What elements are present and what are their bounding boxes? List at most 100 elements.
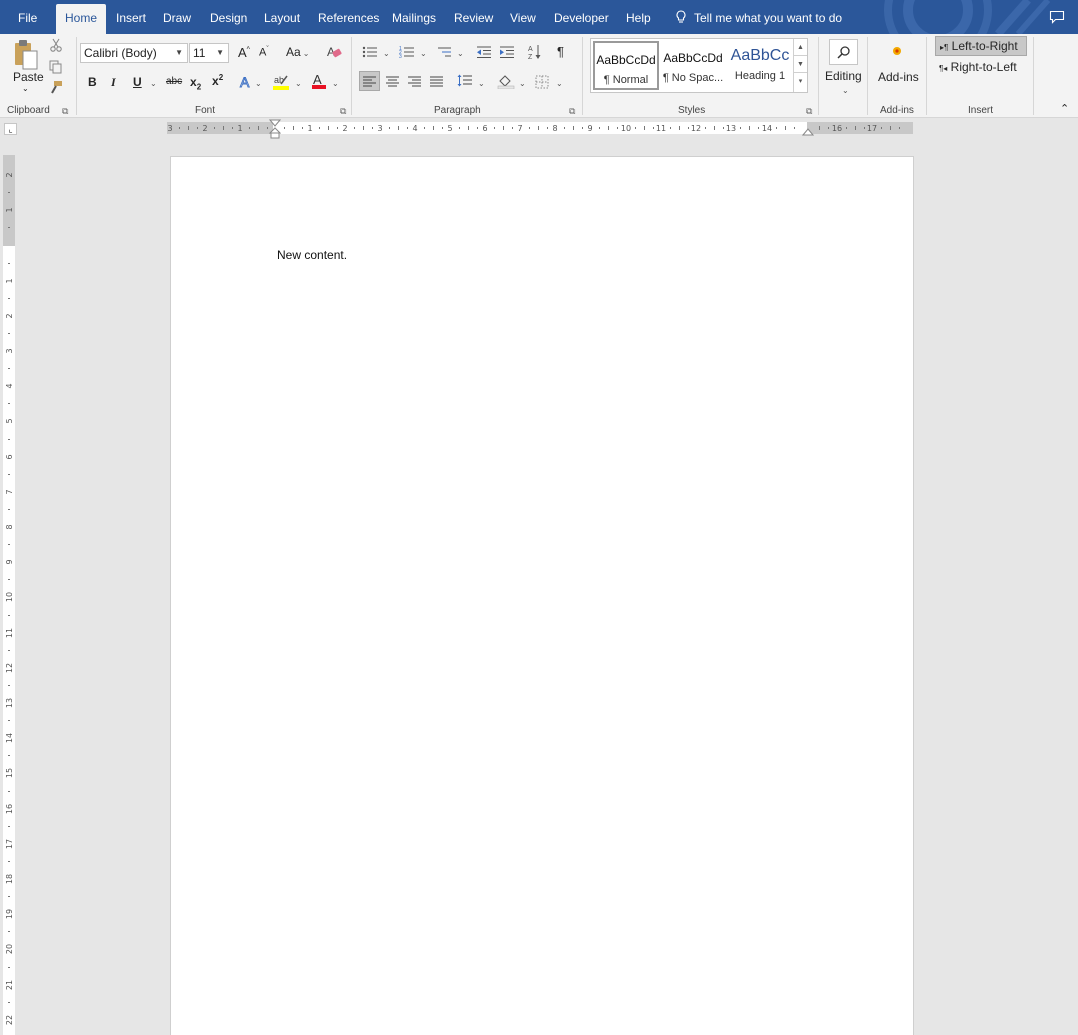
- svg-text:14: 14: [762, 124, 772, 133]
- text-effects-icon[interactable]: A: [239, 74, 253, 90]
- collapse-ribbon-icon[interactable]: ⌃: [1060, 102, 1069, 115]
- svg-text:4: 4: [5, 383, 14, 388]
- numbering-icon[interactable]: 123: [399, 46, 415, 58]
- tell-me-search[interactable]: Tell me what you want to do: [676, 10, 842, 25]
- decrease-indent-icon[interactable]: [476, 46, 492, 58]
- svg-text:11: 11: [5, 628, 14, 638]
- font-launcher-icon[interactable]: ⧉: [340, 106, 346, 117]
- rtl-icon: ¶◂: [939, 64, 948, 73]
- tab-home[interactable]: Home: [56, 4, 107, 34]
- superscript-button[interactable]: x2: [212, 73, 223, 88]
- font-size-dropdown-icon[interactable]: ▼: [216, 44, 224, 62]
- separator: [76, 37, 77, 115]
- numbering-dropdown-icon[interactable]: ⌄: [418, 45, 427, 59]
- editing-dropdown-icon[interactable]: ⌄: [840, 82, 849, 96]
- document-paragraph[interactable]: New content.: [277, 248, 347, 262]
- tab-view[interactable]: View: [510, 7, 536, 34]
- add-ins-icon[interactable]: [891, 45, 903, 57]
- paste-label[interactable]: Paste: [13, 70, 44, 84]
- document-page[interactable]: New content.: [170, 156, 914, 1035]
- italic-button[interactable]: I: [111, 75, 116, 90]
- multilevel-dropdown-icon[interactable]: ⌄: [455, 45, 464, 59]
- multilevel-list-icon[interactable]: [436, 46, 452, 58]
- style-no-spacing[interactable]: AaBbCcDd ¶ No Spac...: [660, 41, 726, 90]
- subscript-button[interactable]: x2: [190, 75, 201, 91]
- bold-button[interactable]: B: [88, 75, 97, 89]
- editing-label[interactable]: Editing: [825, 69, 862, 83]
- left-to-right-button[interactable]: ▸¶ Left-to-Right: [935, 36, 1027, 56]
- shrink-font-button[interactable]: Aˇ: [259, 46, 269, 59]
- justify-icon[interactable]: [430, 76, 443, 87]
- grow-font-button[interactable]: A^: [238, 45, 250, 60]
- paragraph-launcher-icon[interactable]: ⧉: [569, 106, 575, 117]
- borders-dropdown-icon[interactable]: ⌄: [554, 75, 563, 89]
- cut-icon[interactable]: [49, 38, 63, 52]
- align-center-icon[interactable]: [386, 76, 399, 87]
- text-highlight-icon[interactable]: ab: [272, 73, 290, 91]
- strikethrough-button[interactable]: abc: [166, 76, 182, 87]
- svg-text:7: 7: [517, 124, 522, 133]
- font-size-combo[interactable]: 11 ▼: [189, 43, 229, 63]
- styles-more-icon[interactable]: ▾: [794, 73, 807, 90]
- clear-formatting-icon[interactable]: A: [326, 44, 342, 60]
- align-right-icon[interactable]: [408, 76, 421, 87]
- font-name-dropdown-icon[interactable]: ▼: [175, 44, 183, 62]
- svg-text:21: 21: [5, 980, 14, 990]
- style-normal[interactable]: AaBbCcDd ¶ Normal: [593, 41, 659, 90]
- underline-button[interactable]: U: [133, 75, 142, 89]
- tab-references[interactable]: References: [318, 7, 379, 34]
- underline-dropdown-icon[interactable]: ⌄: [148, 75, 157, 89]
- bullets-dropdown-icon[interactable]: ⌄: [381, 45, 390, 59]
- format-painter-icon[interactable]: [49, 80, 63, 94]
- highlight-dropdown-icon[interactable]: ⌄: [293, 75, 302, 89]
- show-formatting-button[interactable]: ¶: [557, 44, 564, 59]
- font-color-dropdown-icon[interactable]: ⌄: [330, 75, 339, 89]
- right-indent-marker-icon[interactable]: [802, 126, 814, 136]
- right-to-left-button[interactable]: ¶◂ Right-to-Left: [939, 60, 1017, 74]
- svg-text:A: A: [528, 46, 533, 53]
- ltr-label: Left-to-Right: [951, 39, 1018, 53]
- tab-help[interactable]: Help: [626, 7, 651, 34]
- tab-layout[interactable]: Layout: [264, 7, 300, 34]
- copy-icon[interactable]: [49, 60, 63, 74]
- tab-draw[interactable]: Draw: [163, 7, 191, 34]
- text-effects-dropdown-icon[interactable]: ⌄: [253, 75, 262, 89]
- shading-icon[interactable]: [497, 73, 515, 89]
- comments-icon[interactable]: [1049, 10, 1065, 24]
- tab-design[interactable]: Design: [210, 7, 247, 34]
- font-name-value: Calibri (Body): [84, 46, 157, 60]
- shading-dropdown-icon[interactable]: ⌄: [517, 75, 526, 89]
- styles-scroll-up-icon[interactable]: ▲: [794, 39, 807, 56]
- paste-icon[interactable]: [12, 38, 42, 72]
- line-spacing-icon[interactable]: [457, 74, 473, 88]
- change-case-button[interactable]: Aa ⌄: [286, 45, 309, 59]
- tab-review[interactable]: Review: [454, 7, 493, 34]
- indent-markers-icon[interactable]: [269, 119, 281, 139]
- increase-indent-icon[interactable]: [499, 46, 515, 58]
- styles-scroll-down-icon[interactable]: ▼: [794, 56, 807, 73]
- bullets-icon[interactable]: [362, 46, 378, 58]
- tab-mailings[interactable]: Mailings: [392, 7, 436, 34]
- vertical-ruler[interactable]: 2 1 1 2 3 4 5 6 7 8 9 10 11 12 13 14 15 …: [3, 155, 15, 1035]
- paste-dropdown-icon[interactable]: ⌄: [22, 84, 29, 93]
- font-color-icon[interactable]: A: [311, 72, 327, 90]
- style-heading-1[interactable]: AaBbCc Heading 1: [727, 41, 793, 90]
- svg-text:12: 12: [691, 124, 701, 133]
- sort-icon[interactable]: AZ: [528, 44, 542, 60]
- svg-text:1: 1: [307, 124, 312, 133]
- tab-selector[interactable]: ⌞: [4, 123, 17, 135]
- clipboard-launcher-icon[interactable]: ⧉: [62, 106, 68, 117]
- tab-insert[interactable]: Insert: [116, 7, 146, 34]
- align-left-button[interactable]: [359, 71, 380, 91]
- font-name-combo[interactable]: Calibri (Body) ▼: [80, 43, 188, 63]
- svg-text:11: 11: [656, 124, 666, 133]
- add-ins-label[interactable]: Add-ins: [878, 70, 919, 84]
- svg-text:16: 16: [5, 804, 14, 814]
- line-spacing-dropdown-icon[interactable]: ⌄: [476, 75, 485, 89]
- borders-icon[interactable]: [535, 75, 549, 89]
- editing-button[interactable]: [829, 39, 858, 65]
- tab-file[interactable]: File: [18, 7, 37, 34]
- tab-developer[interactable]: Developer: [554, 7, 609, 34]
- styles-launcher-icon[interactable]: ⧉: [806, 106, 812, 117]
- ltr-icon: ▸¶: [940, 43, 949, 52]
